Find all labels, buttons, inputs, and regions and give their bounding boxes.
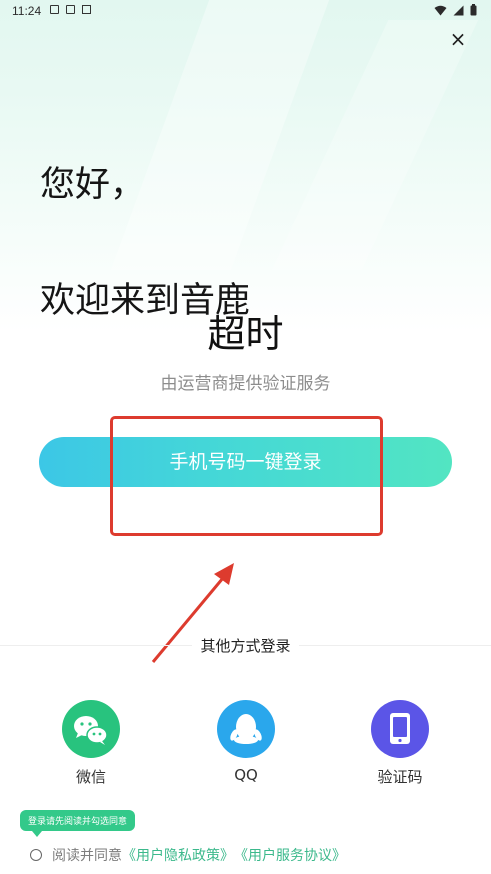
agreement-tooltip: 登录请先阅读并勾选同意 [20,810,136,837]
battery-icon [470,4,477,16]
agreement-row: 阅读并同意 《用户隐私政策》 《用户服务协议》 [30,845,346,865]
signal-icon [453,5,464,15]
wechat-login-option[interactable]: 微信 [51,700,131,787]
greeting-line-1: 您好， [40,165,146,205]
qq-login-option[interactable]: QQ [206,700,286,784]
service-agreement-link[interactable]: 《用户服务协议》 [234,845,346,865]
verification-code-login-option[interactable]: 验证码 [360,700,440,787]
status-bar: 11:24 [0,0,491,24]
annotation-highlight-box [110,416,383,536]
mail-icon [66,5,75,14]
play-store-icon [82,5,91,14]
other-login-title-text: 其他方式登录 [192,637,299,655]
qq-label: QQ [234,766,258,784]
wifi-icon [434,5,447,15]
agreement-prefix: 阅读并同意 [52,848,122,864]
close-button[interactable]: × [447,28,469,50]
notification-icons [50,5,91,14]
privacy-policy-link[interactable]: 《用户隐私政策》 [122,845,234,865]
wechat-label: 微信 [75,768,106,786]
phone-verification-icon [371,700,429,758]
status-time: 11:24 [12,4,42,18]
other-login-title: 其他方式登录 [0,635,491,656]
phone-number-display: 超时 [207,312,284,356]
qq-icon [217,700,275,758]
gallery-icon [50,5,59,14]
system-icons [434,4,477,16]
verification-code-label: 验证码 [377,768,423,786]
provider-text: 由运营商提供验证服务 [160,374,331,394]
wechat-icon [62,700,120,758]
agreement-checkbox[interactable] [30,849,42,861]
